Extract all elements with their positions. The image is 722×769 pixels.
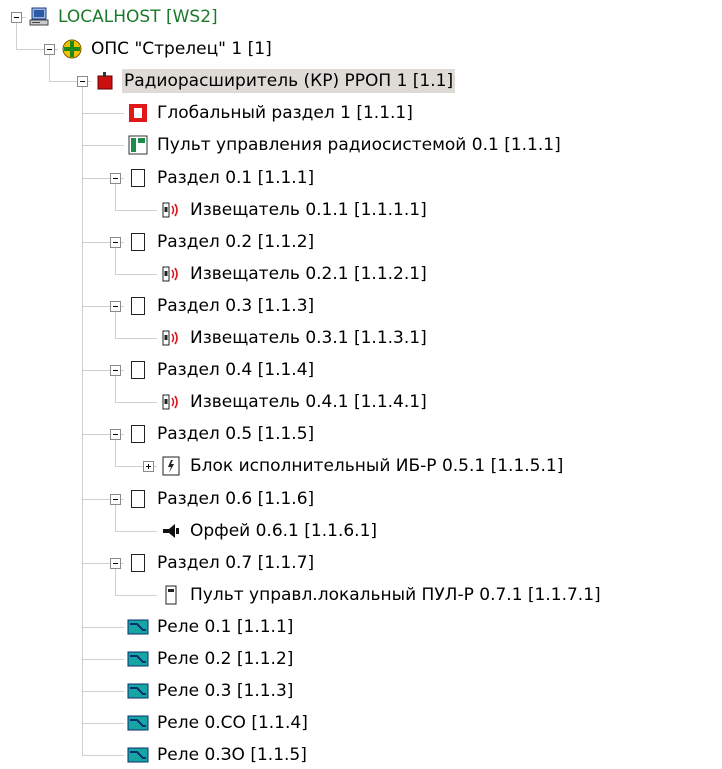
tree-node[interactable]: Извещатель 0.1.1 [1.1.1.1] bbox=[160, 197, 429, 223]
radio-expander-icon bbox=[94, 70, 116, 92]
collapse-toggle-icon[interactable] bbox=[77, 76, 88, 87]
detector-icon bbox=[160, 391, 182, 413]
tree-node[interactable]: Реле 0.1 [1.1.1] bbox=[127, 614, 295, 640]
relay-icon bbox=[127, 648, 149, 670]
tree-node-label[interactable]: Пульт управления радиосистемой 0.1 [1.1.… bbox=[155, 133, 563, 157]
collapse-toggle-icon[interactable] bbox=[44, 44, 55, 55]
tree-node[interactable]: Раздел 0.6 [1.1.6] bbox=[127, 486, 316, 512]
tree-node[interactable]: Пульт управл.локальный ПУЛ-Р 0.7.1 [1.1.… bbox=[160, 582, 603, 608]
relay-icon bbox=[127, 712, 149, 734]
tree-node-label[interactable]: Раздел 0.3 [1.1.3] bbox=[155, 294, 316, 318]
collapse-toggle-icon[interactable] bbox=[110, 494, 121, 505]
tree-node-label[interactable]: Раздел 0.2 [1.1.2] bbox=[155, 230, 316, 254]
tree-node-label[interactable]: Раздел 0.7 [1.1.7] bbox=[155, 551, 316, 575]
device-tree[interactable]: LOCALHOST [WS2] ОПС "Стрелец" 1 [1] Радиор… bbox=[0, 0, 722, 769]
tree-node[interactable]: Пульт управления радиосистемой 0.1 [1.1.… bbox=[127, 132, 563, 158]
tree-node-label[interactable]: Раздел 0.6 [1.1.6] bbox=[155, 487, 316, 511]
tree-node-label[interactable]: Извещатель 0.1.1 [1.1.1.1] bbox=[188, 198, 429, 222]
section-icon bbox=[127, 167, 149, 189]
tree-node-label[interactable]: Извещатель 0.2.1 [1.1.2.1] bbox=[188, 262, 429, 286]
tree-node[interactable]: Раздел 0.1 [1.1.1] bbox=[127, 165, 316, 191]
tree-node[interactable]: Глобальный раздел 1 [1.1.1] bbox=[127, 100, 415, 126]
collapse-toggle-icon[interactable] bbox=[110, 365, 121, 376]
strelets-system-icon bbox=[61, 38, 83, 60]
collapse-toggle-icon[interactable] bbox=[110, 558, 121, 569]
tree-node-label[interactable]: Реле 0.ЗО [1.1.5] bbox=[155, 743, 309, 767]
collapse-toggle-icon[interactable] bbox=[11, 12, 22, 23]
tree-node-label[interactable]: Глобальный раздел 1 [1.1.1] bbox=[155, 101, 415, 125]
tree-node-label[interactable]: Реле 0.2 [1.1.2] bbox=[155, 647, 295, 671]
tree-node-label[interactable]: Блок исполнительный ИБ-Р 0.5.1 [1.1.5.1] bbox=[188, 454, 565, 478]
collapse-toggle-icon[interactable] bbox=[110, 429, 121, 440]
expand-toggle-icon[interactable] bbox=[143, 461, 154, 472]
tree-node[interactable]: LOCALHOST [WS2] bbox=[28, 4, 220, 30]
relay-icon bbox=[127, 744, 149, 766]
tree-node-label[interactable]: Раздел 0.4 [1.1.4] bbox=[155, 358, 316, 382]
tree-node[interactable]: Извещатель 0.2.1 [1.1.2.1] bbox=[160, 261, 429, 287]
tree-node-label[interactable]: Раздел 0.1 [1.1.1] bbox=[155, 166, 316, 190]
tree-node-label[interactable]: Пульт управл.локальный ПУЛ-Р 0.7.1 [1.1.… bbox=[188, 583, 603, 607]
tree-node[interactable]: Раздел 0.4 [1.1.4] bbox=[127, 357, 316, 383]
detector-icon bbox=[160, 263, 182, 285]
tree-node[interactable]: Реле 0.2 [1.1.2] bbox=[127, 646, 295, 672]
tree-node[interactable]: Раздел 0.2 [1.1.2] bbox=[127, 229, 316, 255]
tree-node-label[interactable]: Орфей 0.6.1 [1.1.6.1] bbox=[188, 519, 379, 543]
computer-icon bbox=[28, 6, 50, 28]
tree-node[interactable]: Реле 0.СО [1.1.4] bbox=[127, 710, 310, 736]
section-icon bbox=[127, 552, 149, 574]
relay-icon bbox=[127, 616, 149, 638]
tree-node[interactable]: Извещатель 0.4.1 [1.1.4.1] bbox=[160, 389, 429, 415]
section-icon bbox=[127, 359, 149, 381]
tree-node-label[interactable]: Реле 0.СО [1.1.4] bbox=[155, 711, 310, 735]
tree-node-label[interactable]: Радиорасширитель (КР) РРОП 1 [1.1] bbox=[122, 69, 456, 94]
local-panel-icon bbox=[160, 584, 182, 606]
tree-node[interactable]: Радиорасширитель (КР) РРОП 1 [1.1] bbox=[94, 68, 456, 94]
tree-node[interactable]: Раздел 0.3 [1.1.3] bbox=[127, 293, 316, 319]
relay-icon bbox=[127, 680, 149, 702]
tree-node-label[interactable]: Извещатель 0.3.1 [1.1.3.1] bbox=[188, 326, 429, 350]
tree-node[interactable]: Раздел 0.7 [1.1.7] bbox=[127, 550, 316, 576]
section-icon bbox=[127, 488, 149, 510]
section-icon bbox=[127, 423, 149, 445]
tree-node-label[interactable]: Извещатель 0.4.1 [1.1.4.1] bbox=[188, 390, 429, 414]
collapse-toggle-icon[interactable] bbox=[110, 173, 121, 184]
tree-node-label[interactable]: Раздел 0.5 [1.1.5] bbox=[155, 422, 316, 446]
tree-node[interactable]: ОПС "Стрелец" 1 [1] bbox=[61, 36, 274, 62]
tree-node-label[interactable]: Реле 0.1 [1.1.1] bbox=[155, 615, 295, 639]
tree-node-label[interactable]: Реле 0.3 [1.1.3] bbox=[155, 679, 295, 703]
tree-node[interactable]: Блок исполнительный ИБ-Р 0.5.1 [1.1.5.1] bbox=[160, 453, 565, 479]
executive-block-icon bbox=[160, 455, 182, 477]
section-icon bbox=[127, 295, 149, 317]
tree-node[interactable]: Орфей 0.6.1 [1.1.6.1] bbox=[160, 518, 379, 544]
detector-icon bbox=[160, 327, 182, 349]
siren-icon bbox=[160, 520, 182, 542]
global-section-icon bbox=[127, 102, 149, 124]
tree-node-label[interactable]: LOCALHOST [WS2] bbox=[56, 5, 220, 29]
collapse-toggle-icon[interactable] bbox=[110, 237, 121, 248]
tree-node[interactable]: Реле 0.3 [1.1.3] bbox=[127, 678, 295, 704]
control-panel-icon bbox=[127, 134, 149, 156]
collapse-toggle-icon[interactable] bbox=[110, 301, 121, 312]
tree-node[interactable]: Раздел 0.5 [1.1.5] bbox=[127, 421, 316, 447]
tree-node-label[interactable]: ОПС "Стрелец" 1 [1] bbox=[89, 37, 274, 61]
tree-node[interactable]: Извещатель 0.3.1 [1.1.3.1] bbox=[160, 325, 429, 351]
tree-node[interactable]: Реле 0.ЗО [1.1.5] bbox=[127, 742, 309, 768]
detector-icon bbox=[160, 199, 182, 221]
section-icon bbox=[127, 231, 149, 253]
